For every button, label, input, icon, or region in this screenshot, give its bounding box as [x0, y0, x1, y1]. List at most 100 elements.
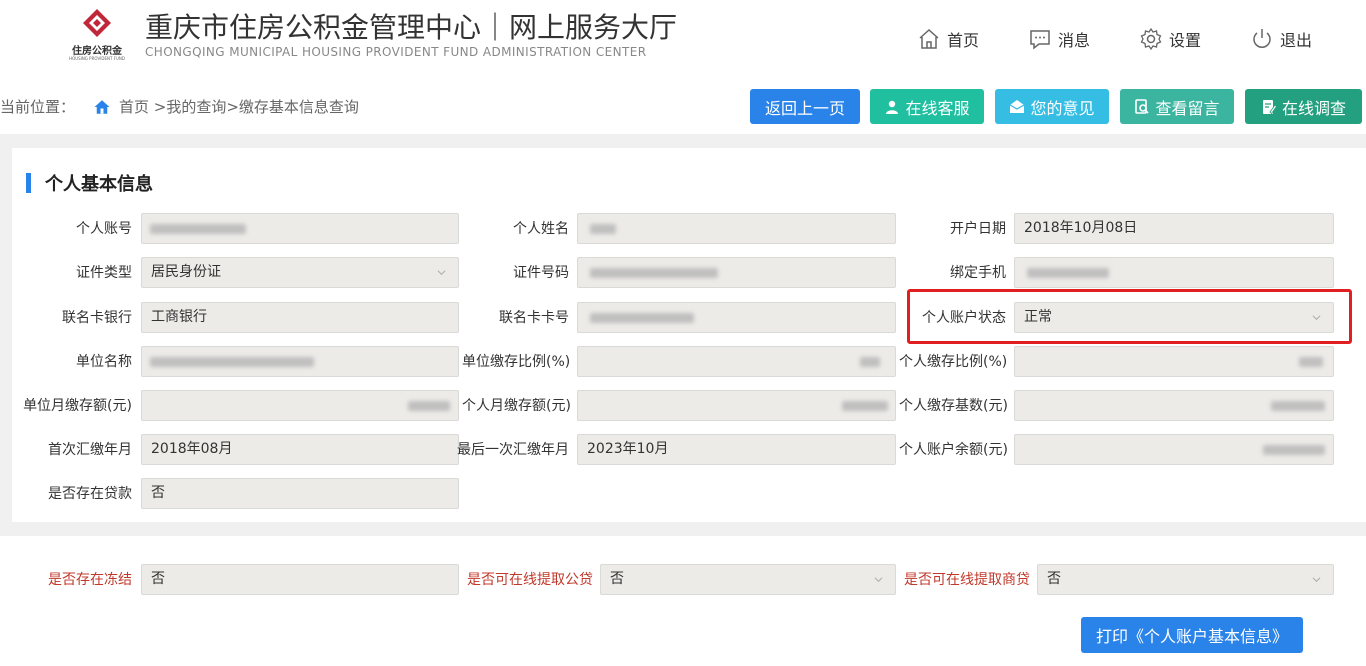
unit-monthly-field[interactable] — [141, 390, 459, 421]
has-loan-value: 否 — [151, 485, 165, 501]
print-button[interactable]: 打印《个人账户基本信息》 — [1081, 617, 1303, 653]
balance-label: 个人账户余额(元) — [899, 442, 1008, 458]
section-marker — [26, 173, 31, 193]
phone-label: 绑定手机 — [950, 265, 1006, 281]
unit-ratio-label: 单位缴存比例(%) — [462, 354, 571, 370]
id-type-label: 证件类型 — [76, 265, 132, 281]
personal-ratio-field[interactable] — [1014, 346, 1334, 377]
account-no-field[interactable] — [141, 213, 459, 244]
id-no-label: 证件号码 — [513, 265, 569, 281]
open-date-field[interactable]: 2018年10月08日 — [1014, 213, 1334, 244]
section-title-text: 个人基本信息 — [45, 174, 153, 195]
phone-field[interactable] — [1014, 257, 1334, 288]
bank-label: 联名卡银行 — [62, 310, 132, 326]
section-title: 个人基本信息 — [26, 170, 153, 196]
withdraw-commercial-value: 否 — [1047, 571, 1061, 587]
has-loan-field[interactable]: 否 — [141, 478, 459, 509]
frozen-value: 否 — [151, 571, 165, 587]
breadcrumb-home-icon[interactable] — [93, 98, 111, 116]
personal-base-label: 个人缴存基数(元) — [899, 398, 1008, 414]
name-field[interactable] — [577, 213, 896, 244]
unit-name-label: 单位名称 — [76, 354, 132, 370]
nav-logout-label: 退出 — [1280, 31, 1313, 50]
withdraw-commercial-select[interactable]: 否 — [1037, 564, 1334, 595]
redacted-block — [842, 401, 888, 411]
redacted-block — [408, 401, 450, 411]
online-survey-button[interactable]: 在线调查 — [1245, 89, 1362, 124]
frozen-label: 是否存在冻结 — [48, 572, 132, 588]
card-no-label: 联名卡卡号 — [499, 310, 569, 326]
chevron-down-icon — [437, 270, 446, 276]
card-no-field[interactable] — [577, 302, 896, 333]
redacted-block — [1263, 445, 1325, 455]
id-no-field[interactable] — [577, 257, 896, 288]
nav-settings-label: 设置 — [1169, 31, 1202, 50]
power-icon — [1253, 29, 1271, 48]
unit-name-field[interactable] — [141, 346, 459, 377]
feedback-label: 您的意见 — [1030, 98, 1095, 118]
service-icon — [886, 100, 899, 114]
redacted-block — [1027, 268, 1109, 278]
withdraw-public-select[interactable]: 否 — [600, 564, 896, 595]
redacted-block — [150, 224, 246, 234]
redacted-block — [1271, 401, 1325, 411]
unit-monthly-label: 单位月缴存额(元) — [23, 398, 132, 414]
back-button-label: 返回上一页 — [764, 98, 845, 118]
status-highlight-box — [907, 289, 1352, 344]
nav-messages-label: 消息 — [1058, 31, 1091, 50]
site-subtitle: CHONGQING MUNICIPAL HOUSING PROVIDENT FU… — [145, 45, 647, 59]
redacted-block — [590, 224, 616, 234]
id-type-select[interactable]: 居民身份证 — [141, 257, 459, 288]
online-survey-label: 在线调查 — [1281, 98, 1346, 118]
first-month-field[interactable]: 2018年08月 — [141, 434, 459, 465]
print-button-label: 打印《个人账户基本信息》 — [1095, 627, 1288, 646]
site-title: 重庆市住房公积金管理中心｜网上服务大厅 — [145, 11, 678, 44]
frozen-field[interactable]: 否 — [141, 564, 459, 595]
withdraw-public-label: 是否可在线提取公贷 — [467, 572, 593, 588]
open-date-value: 2018年10月08日 — [1024, 220, 1138, 236]
withdraw-public-value: 否 — [610, 571, 624, 587]
breadcrumb: 当前位置： 首页 >我的查询>缴存基本信息查询 — [0, 96, 359, 117]
logo-text: 住房公积金 — [72, 46, 122, 57]
search-doc-icon — [1135, 98, 1150, 114]
name-label: 个人姓名 — [513, 221, 569, 237]
first-month-value: 2018年08月 — [151, 441, 233, 457]
view-messages-button[interactable]: 查看留言 — [1120, 89, 1234, 124]
logo: 住房公积金 HOUSING PROVIDENT FUND — [60, 6, 134, 64]
id-type-value: 居民身份证 — [151, 264, 221, 280]
personal-monthly-field[interactable] — [577, 390, 896, 421]
personal-ratio-label: 个人缴存比例(%) — [899, 354, 1008, 370]
withdraw-commercial-label: 是否可在线提取商贷 — [904, 572, 1030, 588]
breadcrumb-prefix: 当前位置： — [0, 98, 76, 116]
logo-diamond-icon — [83, 9, 111, 37]
redacted-block — [150, 357, 314, 367]
nav-messages[interactable]: 消息 — [1028, 24, 1090, 54]
edit-icon — [1262, 99, 1277, 114]
breadcrumb-path[interactable]: 首页 >我的查询>缴存基本信息查询 — [119, 96, 359, 117]
header: 住房公积金 HOUSING PROVIDENT FUND 重庆市住房公积金管理中… — [0, 0, 1366, 82]
nav-home-label: 首页 — [947, 31, 980, 50]
bank-field[interactable]: 工商银行 — [141, 302, 459, 333]
last-month-label: 最后一次汇缴年月 — [457, 442, 569, 458]
logo-subtext: HOUSING PROVIDENT FUND — [69, 56, 125, 61]
nav-settings[interactable]: 设置 — [1139, 24, 1201, 54]
account-no-label: 个人账号 — [76, 221, 132, 237]
online-service-button[interactable]: 在线客服 — [870, 89, 984, 124]
feedback-button[interactable]: 您的意见 — [995, 89, 1109, 124]
envelope-icon — [1010, 99, 1025, 113]
redacted-block — [590, 268, 718, 278]
personal-base-field[interactable] — [1014, 390, 1334, 421]
nav-logout[interactable]: 退出 — [1250, 24, 1312, 54]
back-button[interactable]: 返回上一页 — [750, 89, 860, 124]
personal-monthly-label: 个人月缴存额(元) — [462, 398, 571, 414]
redacted-block — [590, 313, 694, 323]
balance-field[interactable] — [1014, 434, 1334, 465]
home-icon — [919, 28, 939, 49]
has-loan-label: 是否存在贷款 — [48, 486, 132, 502]
message-icon — [1030, 30, 1050, 50]
nav-home[interactable]: 首页 — [917, 24, 979, 54]
last-month-value: 2023年10月 — [587, 441, 669, 457]
unit-ratio-field[interactable] — [577, 346, 896, 377]
open-date-label: 开户日期 — [950, 221, 1006, 237]
last-month-field[interactable]: 2023年10月 — [577, 434, 896, 465]
